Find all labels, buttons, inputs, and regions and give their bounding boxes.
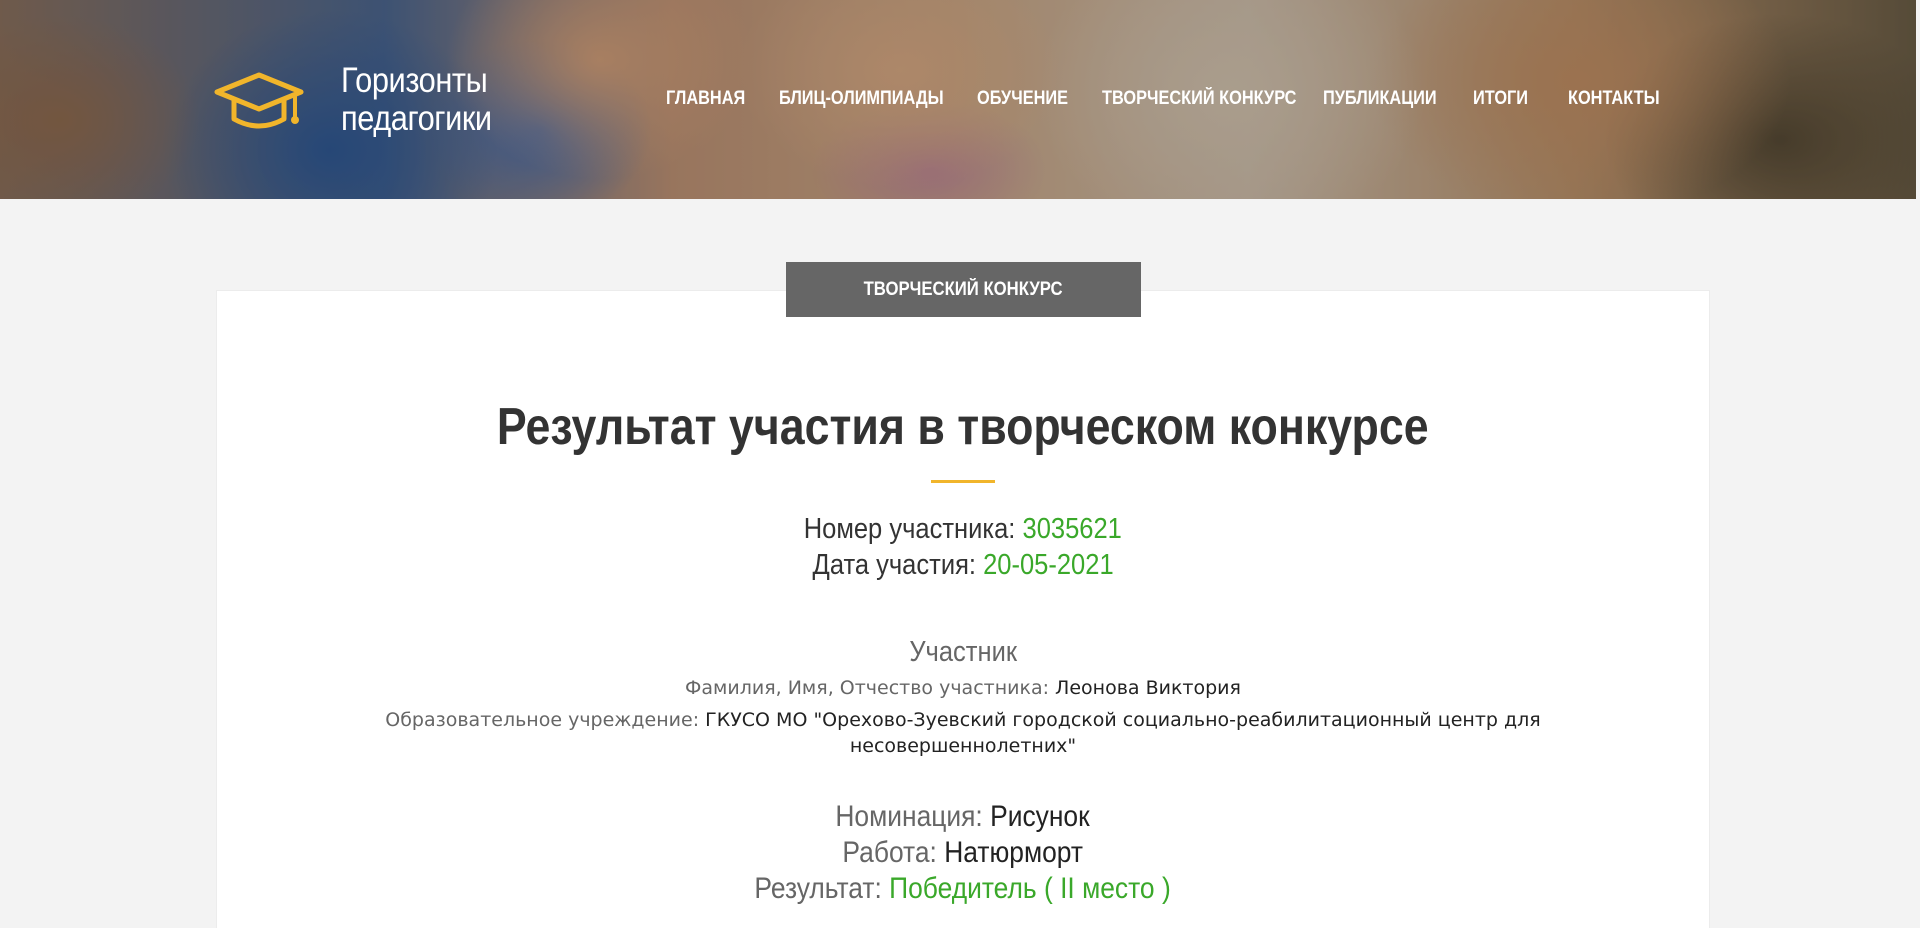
institution-value-line1: ГКУСО МО "Орехово-Зуевский городской соц… xyxy=(705,709,1541,731)
nomination-row: Номинация: Рисунок xyxy=(216,799,1710,835)
site-logo[interactable]: Горизонты педагогики xyxy=(213,62,512,138)
nav-item-contacts[interactable]: КОНТАКТЫ xyxy=(1568,88,1660,110)
nomination-label: Номинация: xyxy=(835,800,984,833)
site-name-line2: педагогики xyxy=(341,99,492,138)
category-badge: ТВОРЧЕСКИЙ КОНКУРС xyxy=(786,262,1141,317)
participant-heading: Участник xyxy=(909,636,1017,668)
work-label: Работа: xyxy=(842,836,938,869)
participation-date-row: Дата участия: 20-05-2021 xyxy=(216,547,1710,583)
participant-fio-row: Фамилия, Имя, Отчество участника: Леонов… xyxy=(216,676,1710,700)
nav-item-home[interactable]: ГЛАВНАЯ xyxy=(666,88,745,110)
title-underline xyxy=(931,480,995,483)
result-value: Победитель ( II место ) xyxy=(889,872,1172,905)
site-name-line1: Горизонты xyxy=(341,61,488,100)
site-name: Горизонты педагогики xyxy=(341,62,492,138)
page-title-text: Результат участия в творческом конкурсе xyxy=(497,398,1429,456)
nav-item-education[interactable]: ОБУЧЕНИЕ xyxy=(977,88,1068,110)
fio-value: Леонова Виктория xyxy=(1055,677,1241,699)
participant-number-row: Номер участника: 3035621 xyxy=(216,511,1710,547)
page-title: Результат участия в творческом конкурсе xyxy=(216,397,1710,457)
category-badge-label: ТВОРЧЕСКИЙ КОНКУРС xyxy=(863,278,1064,300)
nav-item-publications[interactable]: ПУБЛИКАЦИИ xyxy=(1323,88,1437,110)
nav-item-blitz-olympiads[interactable]: БЛИЦ-ОЛИМПИАДЫ xyxy=(779,88,944,110)
participant-heading-row: Участник xyxy=(216,634,1710,670)
nav-item-results[interactable]: ИТОГИ xyxy=(1473,88,1528,110)
institution-label: Образовательное учреждение: xyxy=(385,709,700,731)
hero-edge xyxy=(1916,0,1920,199)
institution-row-continued: несовершеннолетних" xyxy=(216,734,1710,758)
nomination-value: Рисунок xyxy=(990,800,1091,833)
participant-number-value: 3035621 xyxy=(1022,513,1123,545)
participation-date-label: Дата участия: xyxy=(812,549,976,581)
graduation-cap-icon xyxy=(214,72,304,129)
work-row: Работа: Натюрморт xyxy=(216,835,1710,871)
work-value: Натюрморт xyxy=(944,836,1084,869)
institution-row: Образовательное учреждение: ГКУСО МО "Ор… xyxy=(216,708,1710,732)
result-row: Результат: Победитель ( II место ) xyxy=(216,871,1710,907)
participation-date-value: 20-05-2021 xyxy=(983,549,1114,581)
participant-number-label: Номер участника: xyxy=(803,513,1016,545)
result-label: Результат: xyxy=(754,872,883,905)
nav-item-creative-contest[interactable]: ТВОРЧЕСКИЙ КОНКУРС xyxy=(1102,88,1296,110)
institution-value-line2: несовершеннолетних" xyxy=(849,735,1077,757)
fio-label: Фамилия, Имя, Отчество участника: xyxy=(685,677,1049,699)
